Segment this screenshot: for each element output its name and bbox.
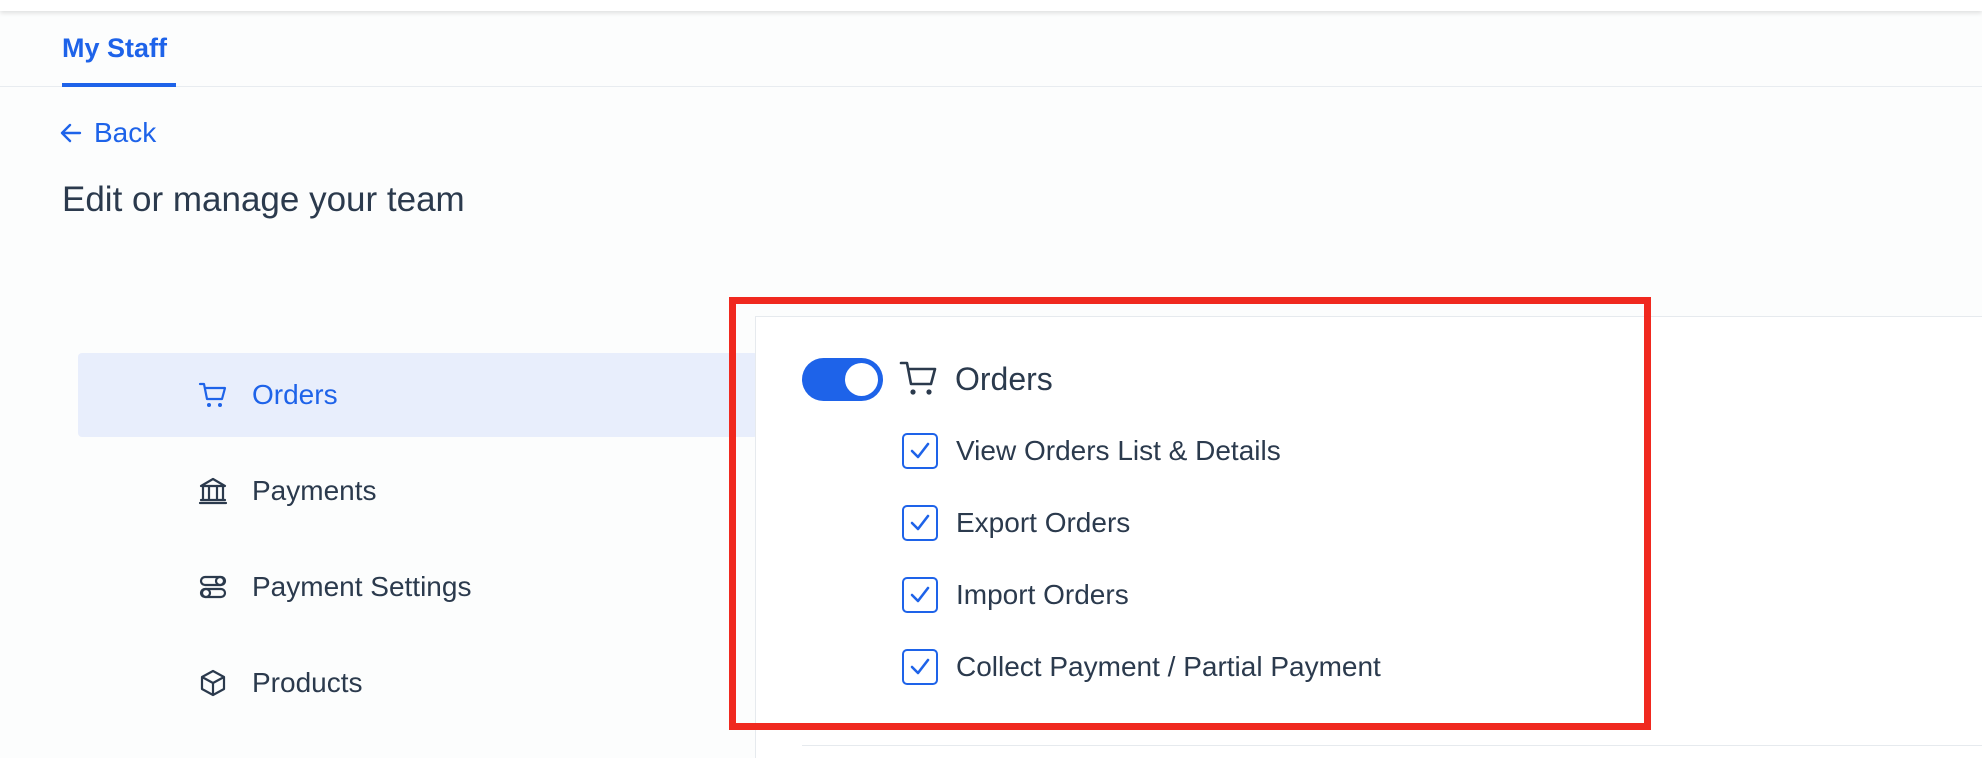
check-icon: [910, 442, 930, 459]
top-bar: [0, 0, 1982, 11]
tab-active-indicator: [62, 83, 176, 87]
tab-bar: My Staff: [0, 11, 1982, 87]
bank-icon: [198, 476, 228, 506]
orders-permission-toggle[interactable]: [802, 358, 883, 401]
permission-label: View Orders List & Details: [956, 435, 1281, 466]
check-icon: [910, 514, 930, 531]
cart-icon: [899, 358, 939, 403]
permission-view-orders[interactable]: View Orders List & Details: [902, 433, 1281, 469]
sidebar-item-label: Payment Settings: [252, 571, 472, 602]
cart-icon: [198, 380, 228, 410]
sidebar-item-products[interactable]: Products: [78, 641, 758, 725]
permission-label: Collect Payment / Partial Payment: [956, 651, 1381, 682]
checkbox-checked[interactable]: [902, 649, 938, 685]
permission-import-orders[interactable]: Import Orders: [902, 577, 1129, 613]
permission-export-orders[interactable]: Export Orders: [902, 505, 1130, 541]
sidebar-item-label: Payments: [252, 475, 377, 506]
permission-collect-payment[interactable]: Collect Payment / Partial Payment: [902, 649, 1381, 685]
sidebar-item-label: Products: [252, 667, 363, 698]
sidebar-item-payment-settings[interactable]: Payment Settings: [78, 545, 758, 629]
sidebar-item-payments[interactable]: Payments: [78, 449, 758, 533]
checkbox-checked[interactable]: [902, 577, 938, 613]
panel-divider: [802, 745, 1982, 746]
sidebar-item-orders[interactable]: Orders: [78, 353, 758, 437]
permission-group-title: Orders: [955, 361, 1053, 397]
box-icon: [198, 668, 228, 698]
permission-label: Import Orders: [956, 579, 1129, 610]
back-label: Back: [94, 117, 157, 148]
checkbox-checked[interactable]: [902, 433, 938, 469]
back-link[interactable]: Back: [60, 117, 156, 149]
permission-label: Export Orders: [956, 507, 1131, 538]
sidebar-item-label: Orders: [252, 379, 338, 410]
checkbox-checked[interactable]: [902, 505, 938, 541]
toggle-knob: [845, 363, 878, 396]
settings-toggle-icon: [198, 572, 228, 602]
page-title: Edit or manage your team: [62, 180, 465, 219]
tab-my-staff[interactable]: My Staff: [62, 33, 167, 64]
arrow-left-icon: [60, 123, 82, 143]
check-icon: [910, 658, 930, 675]
check-icon: [910, 586, 930, 603]
